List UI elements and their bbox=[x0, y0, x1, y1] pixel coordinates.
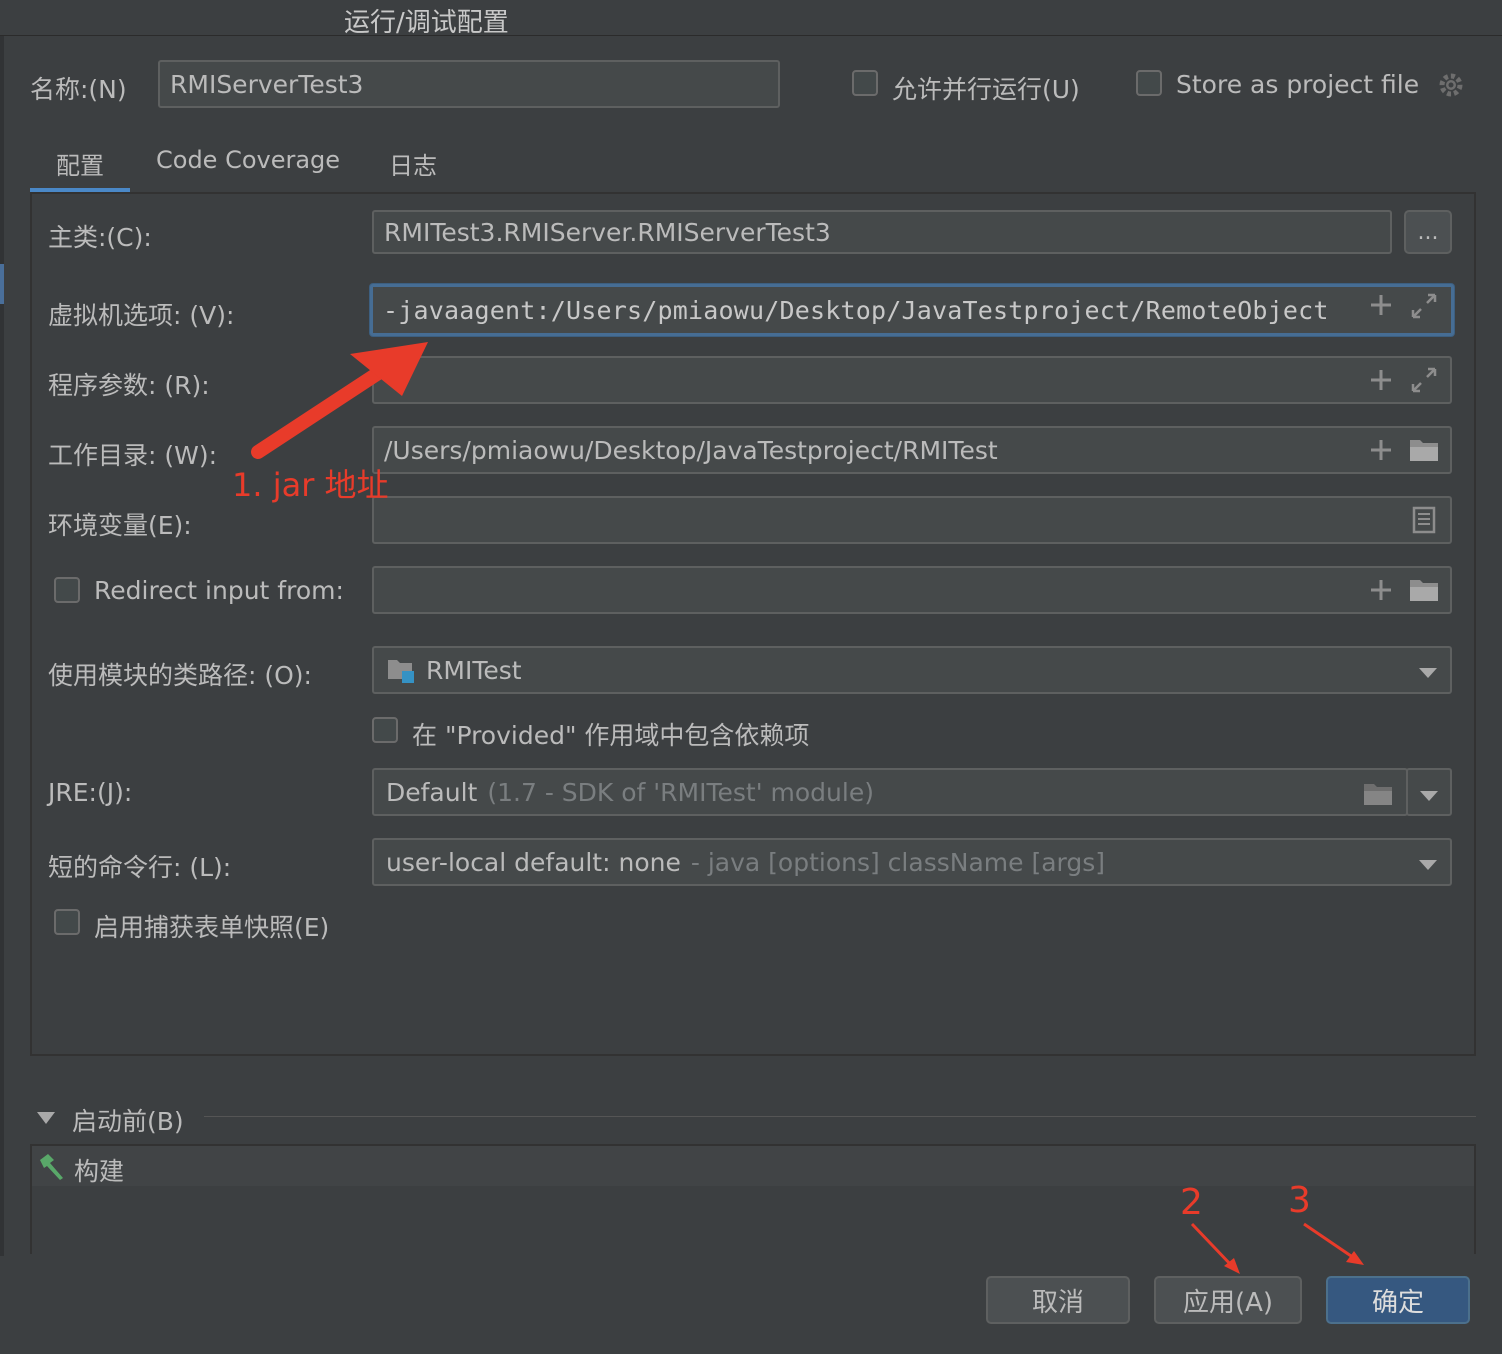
annotation-arrow-jar bbox=[251, 342, 428, 459]
annotation-arrow-apply bbox=[1190, 1222, 1240, 1274]
annotation-jar-label: 1. jar 地址 bbox=[232, 466, 389, 504]
annotation-step-2: 2 bbox=[1180, 1182, 1203, 1223]
annotation-arrows bbox=[251, 342, 1364, 1274]
annotation-step-3: 3 bbox=[1288, 1180, 1311, 1221]
annotation-arrow-ok bbox=[1303, 1222, 1364, 1265]
